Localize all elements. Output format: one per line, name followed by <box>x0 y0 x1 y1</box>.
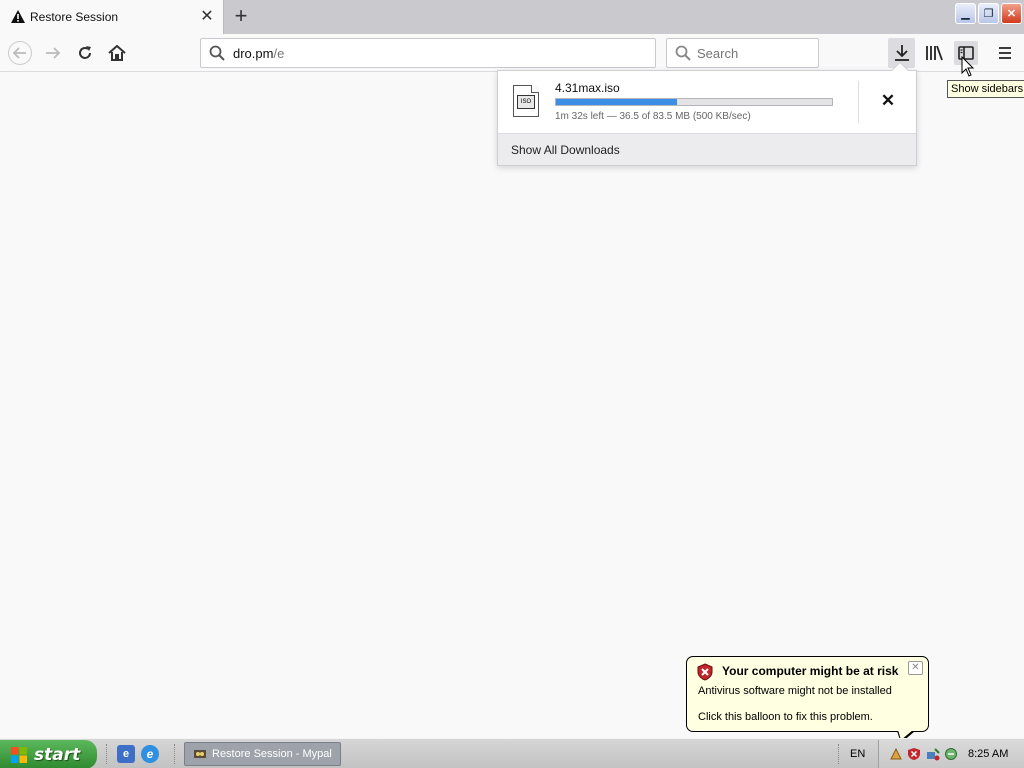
connection-icon[interactable] <box>944 747 958 761</box>
balloon-title: Your computer might be at risk <box>722 664 899 678</box>
home-icon <box>108 45 126 61</box>
safely-remove-hardware-icon[interactable] <box>926 747 940 761</box>
security-shield-icon <box>697 663 713 681</box>
security-alert-balloon[interactable]: Your computer might be at risk ✕ Antivir… <box>686 656 929 743</box>
download-arrow-icon <box>894 45 909 61</box>
hamburger-menu-icon <box>999 47 1011 59</box>
tab-restore-session[interactable]: Restore Session ✕ <box>0 0 224 34</box>
search-bar[interactable] <box>666 38 819 68</box>
taskbar: start e e Restore Session - Mypal EN 8:2… <box>0 738 1024 768</box>
warning-icon <box>11 10 25 23</box>
mypal-app-icon <box>194 750 206 758</box>
start-label: start <box>34 744 81 765</box>
library-button[interactable] <box>923 42 945 64</box>
windows-flag-icon <box>11 746 27 763</box>
show-all-downloads-label: Show All Downloads <box>511 143 620 157</box>
tab-strip: Restore Session ✕ + ▁ ❐ ✕ <box>0 0 1024 34</box>
url-text: dro.pm/e <box>233 46 284 61</box>
divider <box>858 81 859 123</box>
balloon-close-icon[interactable]: ✕ <box>908 661 923 675</box>
back-button[interactable] <box>8 41 32 65</box>
taskbar-clock[interactable]: 8:25 AM <box>968 748 1008 760</box>
url-domain: dro.pm <box>233 46 274 61</box>
balloon-message: Antivirus software might not be installe… <box>698 685 892 697</box>
download-progress-bar <box>555 98 833 106</box>
window-controls: ▁ ❐ ✕ <box>955 3 1022 24</box>
reload-button[interactable] <box>74 42 96 64</box>
sidebars-tooltip: Show sidebars <box>947 80 1024 98</box>
toolbar-grip <box>106 744 109 764</box>
library-icon <box>926 45 943 61</box>
security-center-icon[interactable] <box>907 747 921 761</box>
start-button[interactable]: start <box>0 740 97 768</box>
download-filename: 4.31max.iso <box>555 81 620 95</box>
download-progress-fill <box>556 99 677 105</box>
menu-button[interactable] <box>994 42 1016 64</box>
minimize-button[interactable]: ▁ <box>955 3 976 24</box>
download-status: 1m 32s left — 36.5 of 83.5 MB (500 KB/se… <box>555 111 751 122</box>
language-indicator[interactable]: EN <box>850 748 865 760</box>
internet-explorer-icon[interactable]: e <box>141 745 159 763</box>
file-icon: ISO <box>513 85 539 117</box>
balloon-action-text: Click this balloon to fix this problem. <box>698 711 873 723</box>
show-desktop-icon[interactable]: e <box>117 745 135 763</box>
system-tray: 8:25 AM <box>878 740 1024 768</box>
forward-arrow-icon <box>46 47 61 59</box>
search-icon <box>209 45 225 61</box>
search-icon <box>675 45 691 61</box>
mouse-cursor-icon <box>961 56 975 77</box>
show-all-downloads-button[interactable]: Show All Downloads <box>498 133 916 165</box>
restore-button[interactable]: ❐ <box>978 3 999 24</box>
downloads-panel: ISO 4.31max.iso 1m 32s left — 36.5 of 83… <box>497 61 917 166</box>
network-icon[interactable] <box>889 747 903 761</box>
cancel-download-icon[interactable]: ✕ <box>878 91 898 111</box>
forward-button[interactable] <box>42 42 64 64</box>
search-input[interactable] <box>697 44 812 62</box>
url-bar[interactable]: dro.pm/e <box>200 38 656 68</box>
taskbar-item-label: Restore Session - Mypal <box>212 748 332 760</box>
toolbar-grip <box>838 744 841 764</box>
window-close-button[interactable]: ✕ <box>1001 3 1022 24</box>
tab-title: Restore Session <box>30 10 119 24</box>
tab-close-icon[interactable]: ✕ <box>199 9 215 25</box>
toolbar-grip <box>174 744 177 764</box>
reload-icon <box>79 46 91 59</box>
download-item[interactable]: ISO 4.31max.iso 1m 32s left — 36.5 of 83… <box>498 71 916 133</box>
navigation-toolbar: dro.pm/e <box>0 34 1024 72</box>
url-path: /e <box>273 46 285 61</box>
taskbar-item-mypal[interactable]: Restore Session - Mypal <box>184 742 341 766</box>
back-arrow-icon <box>13 47 26 59</box>
new-tab-button[interactable]: + <box>230 5 252 27</box>
home-button[interactable] <box>106 42 128 64</box>
